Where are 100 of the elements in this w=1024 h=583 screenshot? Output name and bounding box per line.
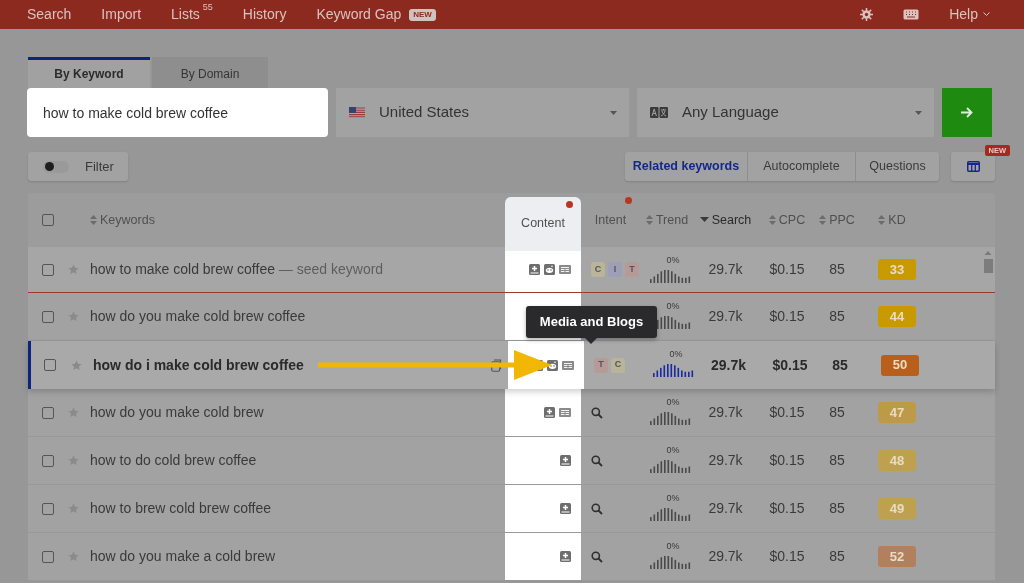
checkbox[interactable] — [42, 502, 54, 515]
ppc-value: 85 — [832, 355, 848, 375]
columns-button[interactable] — [951, 152, 995, 181]
trend-percent: 0% — [666, 301, 680, 311]
selected-row[interactable]: how do i make cold brew coffee T C 0% 29.7k $0.15 85 50 — [28, 341, 995, 389]
star-icon[interactable] — [68, 264, 79, 275]
cpc-value: $0.15 — [769, 307, 805, 326]
tab[interactable]: By Domain — [152, 57, 268, 88]
newspaper-icon — [562, 360, 574, 370]
cpc-value: $0.15 — [772, 355, 808, 375]
checkbox[interactable] — [42, 310, 54, 323]
nav-link[interactable]: History — [242, 4, 287, 25]
view-tab[interactable]: Questions — [855, 152, 939, 181]
keyword-cell-text: how to make cold brew coffee — seed keyword — [90, 260, 384, 279]
search-volume: 29.7k — [708, 307, 743, 326]
star-icon[interactable] — [71, 359, 82, 371]
book-plus-icon — [544, 407, 555, 418]
checkbox[interactable] — [42, 263, 54, 276]
trend-percent: 0% — [666, 445, 680, 455]
search-volume: 29.7k — [708, 451, 743, 470]
star-icon[interactable] — [68, 311, 79, 322]
tooltip: Media and Blogs — [526, 306, 657, 338]
search-icon — [591, 454, 603, 467]
column-header[interactable]: Keywords — [90, 210, 155, 230]
robot-icon — [544, 264, 555, 275]
column-header[interactable]: Search — [699, 210, 752, 230]
trend-percent: 0% — [666, 493, 680, 503]
checkbox[interactable] — [42, 406, 54, 419]
arrow-right-icon — [961, 107, 973, 118]
table-row[interactable]: how to make cold brew coffee — seed keyword C I T 0% 29.7k $0.15 85 33 — [28, 247, 995, 293]
trend-percent: 0% — [666, 397, 680, 407]
new-badge: NEW — [409, 8, 436, 21]
search-volume: 29.7k — [708, 403, 743, 422]
view-tab[interactable]: Autocomplete — [747, 152, 855, 181]
scroll-up-icon[interactable] — [984, 251, 992, 256]
star-icon[interactable] — [68, 503, 79, 514]
ppc-value: 85 — [829, 451, 845, 470]
caret-icon — [610, 110, 617, 115]
keyboard-icon[interactable] — [903, 9, 920, 20]
star-icon[interactable] — [68, 407, 79, 418]
nav-link[interactable]: Keyword Gap — [316, 4, 402, 25]
copy-icon[interactable] — [491, 358, 502, 372]
keyword-cell-text: how do you make cold brew coffee — [90, 307, 306, 326]
newspaper-icon — [559, 408, 571, 417]
kd-badge: 50 — [881, 354, 919, 376]
checkbox[interactable] — [42, 550, 54, 563]
search-icon — [591, 550, 603, 563]
help-menu[interactable]: Help — [949, 4, 990, 25]
kd-badge: 33 — [878, 259, 916, 280]
keyword-cell-text: how do you make a cold brew — [90, 547, 276, 566]
star-icon[interactable] — [68, 551, 79, 562]
tooltip-pointer — [585, 338, 597, 344]
view-tab[interactable]: Related keywords — [625, 152, 747, 181]
kd-badge: 49 — [878, 498, 916, 519]
keyword-cell-text: how to do cold brew coffee — [90, 451, 257, 470]
keyword-cell-text: how do you make cold brew — [90, 403, 264, 422]
kd-badge: 52 — [878, 546, 916, 567]
column-header[interactable]: PPC — [819, 210, 855, 230]
tab[interactable]: By Keyword — [28, 57, 150, 88]
cpc-value: $0.15 — [769, 499, 805, 518]
table-row[interactable]: how do you make cold brew 0% 29.7k $0.15 85 47 — [28, 389, 995, 437]
trend-percent: 0% — [666, 255, 680, 265]
table-row[interactable]: how to brew cold brew coffee 0% 29.7k $0.15 85 49 — [28, 485, 995, 533]
intent-badge: T — [625, 262, 639, 277]
trend-percent: 0% — [666, 541, 680, 551]
columns-icon — [966, 161, 980, 172]
keyword-input[interactable]: how to make cold brew coffee — [27, 88, 328, 137]
table-row[interactable]: how to do cold brew coffee 0% 29.7k $0.15 85 48 — [28, 437, 995, 485]
book-plus-icon — [560, 551, 571, 562]
newspaper-icon — [559, 265, 571, 274]
cpc-value: $0.15 — [769, 403, 805, 422]
caret-icon — [915, 110, 922, 115]
country-select[interactable]: United States — [336, 88, 629, 137]
star-icon[interactable] — [68, 455, 79, 466]
language-select[interactable]: Any Language — [637, 88, 934, 137]
ppc-value: 85 — [829, 260, 845, 279]
checkbox[interactable] — [42, 454, 54, 467]
trend-percent: 0% — [669, 349, 683, 359]
go-button[interactable] — [942, 88, 992, 137]
column-header[interactable]: CPC — [768, 210, 806, 230]
column-header[interactable]: Trend — [645, 210, 689, 230]
intent-badge: C — [611, 357, 625, 373]
nav-link[interactable]: Import — [101, 4, 142, 25]
nav-link[interactable]: Search — [27, 4, 72, 25]
caret-icon — [983, 12, 990, 17]
checkbox[interactable] — [43, 359, 56, 371]
ppc-value: 85 — [829, 403, 845, 422]
flag-icon — [349, 107, 365, 118]
table-row[interactable]: how do you make a cold brew 0% 29.7k $0.15 85 52 — [28, 533, 995, 581]
scrollbar-thumb[interactable] — [983, 259, 993, 273]
column-header[interactable]: KD — [878, 210, 906, 230]
nav-link[interactable]: Lists 55 — [171, 4, 213, 25]
book-plus-icon — [560, 455, 571, 466]
search-volume: 29.7k — [710, 355, 746, 375]
filter-toggle[interactable]: Filter — [28, 152, 128, 181]
checkbox[interactable] — [42, 214, 54, 226]
settings-icon[interactable] — [860, 8, 874, 21]
cpc-value: $0.15 — [769, 547, 805, 566]
ppc-value: 85 — [829, 307, 845, 326]
search-volume: 29.7k — [708, 499, 743, 518]
